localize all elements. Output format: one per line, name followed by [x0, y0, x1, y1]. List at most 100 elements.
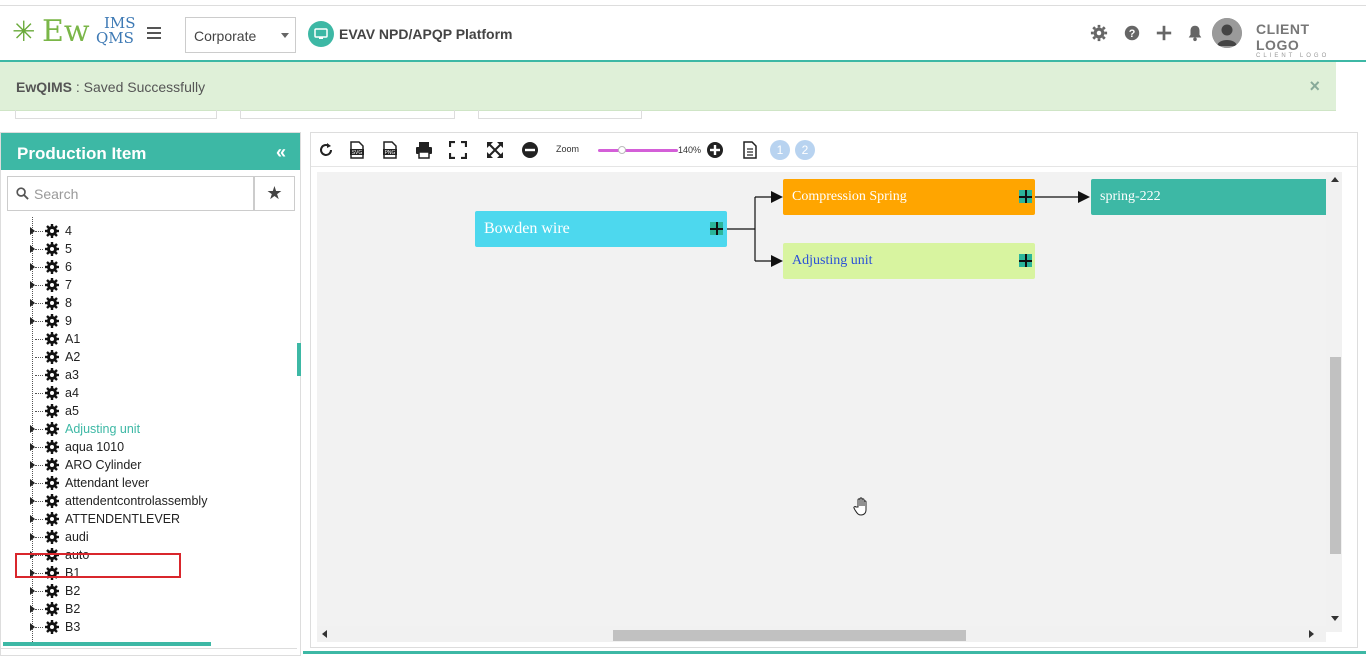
svg-text:PNG: PNG — [385, 150, 396, 156]
scroll-up-icon[interactable] — [1331, 177, 1339, 182]
tree-item[interactable]: a5 — [29, 402, 289, 420]
tree-item[interactable]: attendentcontrolassembly — [29, 492, 289, 510]
tree-branch-line — [35, 464, 43, 466]
tree-item-label: B3 — [65, 620, 81, 634]
zoom-out-icon[interactable] — [521, 141, 539, 159]
item-gear-icon — [44, 385, 60, 401]
tree-branch-line — [35, 518, 43, 520]
tree-item[interactable]: 5 — [29, 240, 289, 258]
tree-branch-line — [35, 482, 43, 484]
tree-item[interactable]: 8 — [29, 294, 289, 312]
node-bowden-wire[interactable]: Bowden wire — [475, 211, 727, 247]
tree-item[interactable]: audi — [29, 528, 289, 546]
tree-item[interactable]: ATTENDENTLEVER — [29, 510, 289, 528]
company-select[interactable]: Corporate — [185, 17, 296, 53]
tree-branch-line — [35, 500, 43, 502]
expand-plus-icon[interactable] — [1019, 190, 1032, 203]
app-logo[interactable]: ✳ Ew IMS QMS — [12, 14, 136, 50]
tree-item[interactable]: Attendant lever — [29, 474, 289, 492]
canvas-vertical-scrollbar[interactable] — [1326, 172, 1342, 632]
gear-icon[interactable] — [1090, 24, 1108, 42]
favorites-star-icon[interactable]: ★ — [254, 176, 295, 211]
zoom-percent: 140% — [678, 145, 702, 155]
tree-branch-line — [35, 356, 43, 358]
tree-item[interactable]: 7 — [29, 276, 289, 294]
export-png-icon[interactable]: PNG — [381, 141, 399, 159]
node-spring-222[interactable]: spring-222 — [1091, 179, 1326, 215]
tree-item[interactable]: a3 — [29, 366, 289, 384]
tree-item[interactable]: 9 — [29, 312, 289, 330]
item-gear-icon — [44, 367, 60, 383]
alert-text: : Saved Successfully — [72, 79, 206, 95]
node-label: Bowden wire — [484, 220, 570, 237]
logo-qms: QMS — [96, 29, 134, 47]
tree-item[interactable]: A1 — [29, 330, 289, 348]
tree-branch-line — [35, 302, 43, 304]
top-divider — [0, 5, 1366, 6]
page-1-button[interactable]: 1 — [770, 140, 790, 160]
page-2-button[interactable]: 2 — [795, 140, 815, 160]
refresh-icon[interactable] — [317, 141, 335, 159]
sidebar-header: Production Item « — [1, 133, 300, 170]
item-gear-icon — [44, 349, 60, 365]
item-gear-icon — [44, 421, 60, 437]
avatar[interactable] — [1212, 18, 1242, 48]
scroll-left-icon[interactable] — [322, 630, 327, 638]
sidebar-bottom-line — [1, 648, 297, 649]
tree-item-label: 9 — [65, 314, 72, 328]
tree-item[interactable]: B3 — [29, 618, 289, 636]
item-gear-icon — [44, 295, 60, 311]
print-icon[interactable] — [415, 141, 433, 159]
zoom-slider[interactable] — [598, 146, 678, 154]
tree-item[interactable]: 6 — [29, 258, 289, 276]
diagram-canvas[interactable]: Bowden wire Compression Spring Adjusting… — [317, 172, 1326, 632]
zoom-slider-handle[interactable] — [618, 146, 626, 154]
menu-icon[interactable] — [147, 27, 161, 39]
scroll-down-icon[interactable] — [1331, 616, 1339, 621]
item-gear-icon — [44, 259, 60, 275]
tree-branch-line — [35, 392, 43, 394]
tree-item[interactable]: ARO Cylinder — [29, 456, 289, 474]
horizontal-scroll-thumb[interactable] — [613, 630, 966, 641]
sidebar-scrollbar[interactable] — [297, 343, 301, 376]
canvas-horizontal-scrollbar[interactable] — [317, 626, 1326, 642]
vertical-scroll-thumb[interactable] — [1330, 357, 1341, 554]
tree-item[interactable]: B2 — [29, 582, 289, 600]
alert-message: EwQIMS : Saved Successfully — [16, 79, 205, 95]
export-svg-icon[interactable]: SVG — [348, 141, 366, 159]
tree-item[interactable]: Adjusting unit — [29, 420, 289, 438]
tree-item[interactable]: aqua 1010 — [29, 438, 289, 456]
help-icon[interactable]: ? — [1123, 24, 1141, 42]
node-compression-spring[interactable]: Compression Spring — [783, 179, 1035, 215]
fullscreen-icon[interactable] — [449, 141, 467, 159]
tree-item-label: 8 — [65, 296, 72, 310]
company-select-value: Corporate — [194, 28, 257, 44]
monitor-icon — [308, 21, 334, 47]
scroll-right-icon[interactable] — [1309, 630, 1314, 638]
platform-title[interactable]: EVAV NPD/APQP Platform — [308, 21, 512, 47]
tree-item-label: Adjusting unit — [65, 422, 141, 436]
fit-expand-icon[interactable] — [486, 141, 504, 159]
logo-flower-icon: ✳ — [12, 16, 36, 47]
document-icon[interactable] — [741, 141, 759, 159]
search-placeholder: Search — [34, 186, 79, 202]
zoom-in-icon[interactable] — [706, 141, 724, 159]
expand-plus-icon[interactable] — [1019, 254, 1032, 267]
logo-ew: Ew — [42, 14, 90, 49]
tree-item[interactable]: A2 — [29, 348, 289, 366]
plus-icon[interactable] — [1155, 24, 1173, 42]
tree-item[interactable]: 4 — [29, 222, 289, 240]
collapse-icon[interactable]: « — [276, 142, 286, 163]
close-icon[interactable]: × — [1309, 76, 1320, 97]
tree-branch-line — [35, 266, 43, 268]
search-input[interactable]: Search — [7, 176, 254, 211]
tree-item[interactable]: a4 — [29, 384, 289, 402]
tree-item[interactable]: B2 — [29, 600, 289, 618]
expand-plus-icon[interactable] — [710, 222, 723, 235]
item-gear-icon — [44, 313, 60, 329]
item-gear-icon — [44, 511, 60, 527]
sidebar-horizontal-scrollbar[interactable] — [3, 642, 211, 646]
bell-icon[interactable] — [1186, 24, 1204, 42]
node-adjusting-unit[interactable]: Adjusting unit — [783, 243, 1035, 279]
svg-text:SVG: SVG — [352, 150, 363, 156]
